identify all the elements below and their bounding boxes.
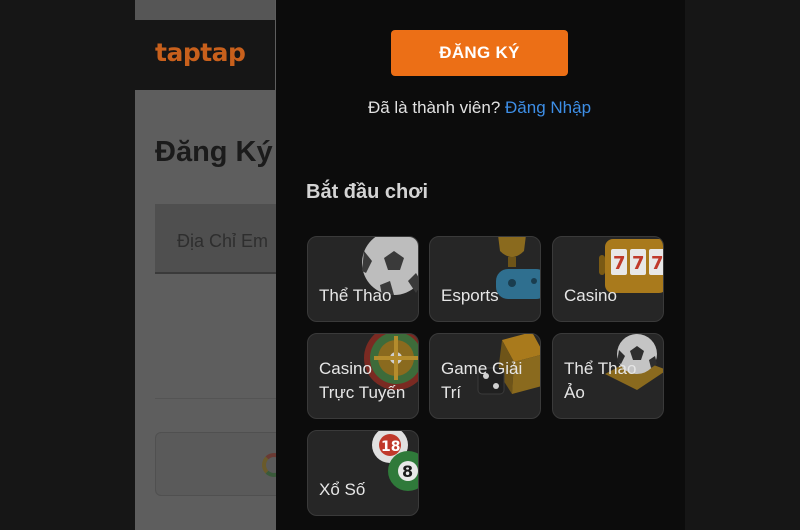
- svg-text:8: 8: [402, 462, 413, 481]
- svg-text:7: 7: [632, 253, 645, 274]
- tile-esports[interactable]: Esports: [429, 236, 541, 322]
- member-prompt-line: Đã là thành viên? Đăng Nhập: [276, 98, 683, 118]
- divider: [155, 398, 285, 399]
- svg-text:7: 7: [651, 253, 664, 274]
- tile-label: Casino: [564, 286, 617, 305]
- tile-xo-so[interactable]: 18 8 Xổ Số: [307, 430, 419, 516]
- tile-label: Xổ Số: [319, 480, 366, 499]
- tile-casino-truc-tuyen[interactable]: Casino Trực Tuyến: [307, 333, 419, 419]
- google-signin-button[interactable]: [155, 432, 286, 496]
- screen: taptap Đăng Ký Địa Chỉ Em ĐĂNG KÝ Đã là …: [0, 0, 800, 530]
- email-placeholder: Địa Chỉ Em: [177, 231, 269, 251]
- side-drawer: ĐĂNG KÝ Đã là thành viên? Đăng Nhập Bắt …: [276, 0, 685, 530]
- top-strip: [135, 0, 275, 20]
- login-link[interactable]: Đăng Nhập: [505, 98, 591, 117]
- tile-label: Thể Thao: [319, 286, 392, 305]
- svg-text:18: 18: [381, 439, 400, 455]
- tile-the-thao[interactable]: Thể Thao: [307, 236, 419, 322]
- tile-casino[interactable]: 7 7 7 Casino: [552, 236, 664, 322]
- site-header: taptap: [135, 20, 275, 90]
- section-title: Bắt đầu chơi: [306, 181, 429, 203]
- svg-text:7: 7: [613, 253, 626, 274]
- tile-the-thao-ao[interactable]: Thể Thao Ảo: [552, 333, 664, 419]
- tile-label: Game Giải Trí: [441, 359, 523, 402]
- tile-game-giai-tri[interactable]: Game Giải Trí: [429, 333, 541, 419]
- page-title: Đăng Ký: [155, 136, 273, 168]
- email-field[interactable]: Địa Chỉ Em: [155, 204, 285, 274]
- taptap-logo: taptap: [155, 38, 246, 67]
- tile-label: Esports: [441, 286, 499, 305]
- tile-label: Thể Thao Ảo: [564, 359, 637, 402]
- signup-button[interactable]: ĐĂNG KÝ: [391, 30, 568, 76]
- tile-label: Casino Trực Tuyến: [319, 359, 406, 402]
- member-prompt: Đã là thành viên?: [367, 98, 501, 117]
